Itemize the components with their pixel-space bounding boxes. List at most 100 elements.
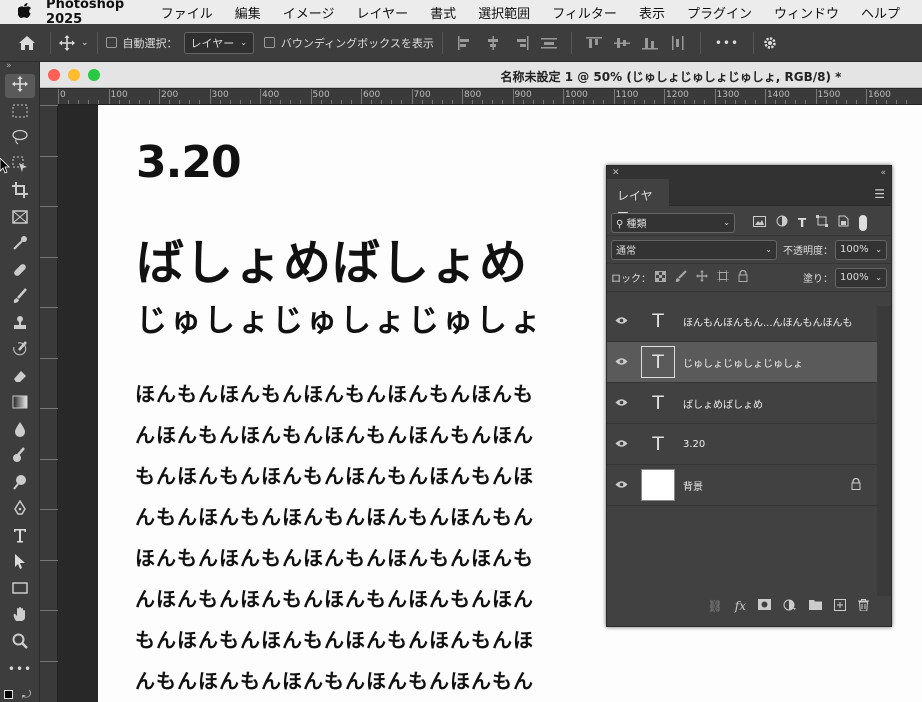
layer-row-selected[interactable]: T じゅしょじゅしょじゅしょ <box>607 342 877 383</box>
layer-row-background[interactable]: 背景 <box>607 465 877 506</box>
ruler-origin[interactable] <box>40 89 58 105</box>
eraser-tool-button[interactable] <box>5 366 35 390</box>
more-options-button[interactable]: ••• <box>715 36 739 50</box>
lasso-tool-button[interactable] <box>5 127 35 151</box>
lock-icon[interactable] <box>851 477 861 493</box>
adjustment-filter-icon[interactable] <box>776 215 788 230</box>
align-bottom-icon[interactable] <box>641 36 658 50</box>
bounding-box-checkbox[interactable] <box>263 37 275 48</box>
brush-tool-button[interactable] <box>5 286 35 310</box>
canvas-text-large[interactable]: ばしょめばしょめ <box>136 223 528 293</box>
apple-menu-icon[interactable] <box>17 2 32 22</box>
layer-row[interactable]: T ほんもんほんもん...んほんもんほんも <box>607 301 877 342</box>
sponge-tool-button[interactable] <box>5 445 35 469</box>
menu-edit[interactable]: 編集 <box>235 3 261 22</box>
layer-name[interactable]: じゅしょじゅしょじゅしょ <box>683 355 803 370</box>
auto-select-checkbox[interactable] <box>105 37 117 48</box>
menu-image[interactable]: イメージ <box>283 3 335 22</box>
home-icon[interactable] <box>18 35 36 51</box>
edit-toolbar-button[interactable]: ••• <box>5 657 35 681</box>
tab-layers[interactable]: レイヤー <box>607 179 669 220</box>
eyedropper-tool-button[interactable] <box>5 233 35 257</box>
history-brush-tool-button[interactable] <box>5 339 35 363</box>
align-top-icon[interactable] <box>585 36 602 50</box>
canvas-text-number[interactable]: 3.20 <box>136 137 242 188</box>
horizontal-ruler[interactable]: 0 100 200 300 400 500 600 700 800 900 1000 1100 1200… <box>58 89 922 105</box>
frame-tool-button[interactable] <box>5 207 35 231</box>
layer-name[interactable]: 背景 <box>683 478 703 493</box>
new-group-folder-icon[interactable] <box>809 599 822 613</box>
type-tool-button[interactable] <box>5 525 35 549</box>
pixel-filter-icon[interactable] <box>753 215 766 230</box>
layer-name[interactable]: 3.20 <box>683 439 705 450</box>
blur-tool-button[interactable] <box>5 419 35 443</box>
crop-tool-button[interactable] <box>5 180 35 204</box>
menu-layer[interactable]: レイヤー <box>357 3 409 22</box>
close-window-button[interactable] <box>48 69 60 81</box>
clone-stamp-tool-button[interactable] <box>5 313 35 337</box>
eye-icon[interactable] <box>607 355 635 370</box>
type-filter-icon[interactable]: T <box>798 216 806 230</box>
trash-icon[interactable] <box>858 598 869 614</box>
minimize-window-button[interactable] <box>68 69 80 81</box>
gradient-tool-button[interactable] <box>5 392 35 416</box>
layer-row[interactable]: T ばしょめばしょめ <box>607 383 877 424</box>
pen-tool-button[interactable] <box>5 498 35 522</box>
lock-position-icon[interactable] <box>696 270 708 285</box>
add-mask-icon[interactable] <box>758 599 771 613</box>
layer-row[interactable]: T 3.20 <box>607 424 877 465</box>
swap-colors-icon[interactable]: ⤾ <box>22 688 31 702</box>
menu-filter[interactable]: フィルター <box>552 3 617 22</box>
layer-filter-dropdown[interactable]: ⚲ 種類 ⌄ <box>611 212 735 233</box>
shape-filter-icon[interactable] <box>816 215 829 230</box>
opacity-field[interactable]: 100% ⌄ <box>835 239 887 260</box>
layers-scrollbar[interactable] <box>877 306 891 596</box>
lock-image-pixels-icon[interactable] <box>675 270 687 285</box>
blend-mode-dropdown[interactable]: 通常 ⌄ <box>611 239 777 260</box>
fill-field[interactable]: 100% ⌄ <box>835 267 887 288</box>
healing-brush-tool-button[interactable] <box>5 260 35 284</box>
eye-icon[interactable] <box>607 314 635 329</box>
eye-icon[interactable] <box>607 437 635 452</box>
dodge-tool-button[interactable] <box>5 472 35 496</box>
chevron-down-icon[interactable]: ⌄ <box>81 38 89 48</box>
path-selection-tool-button[interactable] <box>5 551 35 575</box>
vertical-ruler[interactable] <box>40 105 58 702</box>
distribute-horizontal-icon[interactable] <box>670 35 686 50</box>
lock-artboard-icon[interactable] <box>717 270 729 285</box>
menu-help[interactable]: ヘルプ <box>861 3 900 22</box>
move-tool-button[interactable] <box>5 74 35 98</box>
collapse-panel-icon[interactable]: « <box>880 168 886 178</box>
rectangle-tool-button[interactable] <box>5 578 35 602</box>
link-layers-icon[interactable]: ⛓ <box>708 599 723 613</box>
auto-select-dropdown[interactable]: レイヤー ⌄ <box>183 31 254 54</box>
new-layer-icon[interactable] <box>834 598 846 614</box>
color-swatches[interactable]: ⤾ <box>0 684 39 702</box>
marquee-tool-button[interactable] <box>5 101 35 125</box>
filter-toggle-switch[interactable] <box>859 214 868 231</box>
align-left-icon[interactable] <box>457 35 473 50</box>
lock-transparent-pixels-icon[interactable] <box>655 270 666 285</box>
menu-window[interactable]: ウィンドウ <box>774 3 839 22</box>
adjustment-layer-icon[interactable] <box>783 599 797 614</box>
panel-menu-icon[interactable]: ☰ <box>874 187 885 201</box>
lock-all-icon[interactable] <box>738 269 748 285</box>
menu-file[interactable]: ファイル <box>161 3 213 22</box>
foreground-color-swatch[interactable] <box>4 689 13 699</box>
move-tool-icon[interactable] <box>59 34 75 51</box>
distribute-vertical-icon[interactable] <box>540 36 557 50</box>
close-panel-icon[interactable]: ✕ <box>612 168 620 178</box>
eye-icon[interactable] <box>607 478 635 493</box>
menu-plugins[interactable]: プラグイン <box>687 3 752 22</box>
menu-view[interactable]: 表示 <box>639 3 665 22</box>
menu-type[interactable]: 書式 <box>430 3 456 22</box>
smart-object-filter-icon[interactable] <box>838 215 849 230</box>
eye-icon[interactable] <box>607 396 635 411</box>
layer-style-icon[interactable]: fx <box>735 599 746 613</box>
app-name-menu[interactable]: Photoshop 2025 <box>46 0 139 27</box>
zoom-tool-button[interactable] <box>5 631 35 655</box>
align-horizontal-center-icon[interactable] <box>485 35 501 50</box>
canvas-text-paragraph[interactable]: ほんもんほんもんほんもんほんもんほんも んほんもんほんもんほんもんほんもんほん … <box>135 380 575 702</box>
canvas-text-medium[interactable]: じゅしょじゅしょじゅしょ <box>136 295 544 340</box>
zoom-window-button[interactable] <box>88 69 100 81</box>
